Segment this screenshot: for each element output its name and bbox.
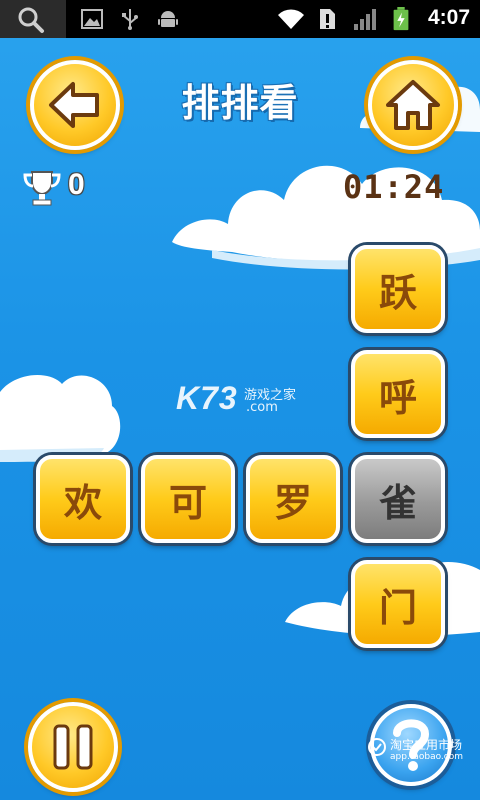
tile-char: 欢 [63,480,102,525]
score-value: 0 [68,168,85,201]
search-icon [18,7,44,33]
taobao-logo-icon [368,738,386,756]
tile-6-selected[interactable]: 雀 [351,455,445,543]
tile-7[interactable]: 门 [351,560,445,648]
home-icon [386,80,440,130]
tile-char: 可 [168,480,207,525]
pause-button[interactable] [28,702,118,792]
clock-time: 4:07 [427,6,470,29]
k73-domain-text: .com [246,400,278,415]
android-icon [158,11,178,27]
battery-charging-icon [393,7,409,31]
wifi-icon [278,9,304,29]
alert-icon [320,9,335,29]
tile-3[interactable]: 欢 [36,455,130,543]
status-bar: 4:07 [0,0,480,38]
back-button[interactable] [30,60,120,150]
k73-watermark: K73 游戏之家 .com [176,380,296,417]
tile-1[interactable]: 跃 [351,245,445,333]
tile-char: 雀 [378,480,417,525]
page-title: 排排看 [181,81,299,125]
tile-char: 跃 [378,270,417,315]
trophy-icon [23,171,61,206]
k73-logo-text: K73 [176,380,238,416]
tile-char: 罗 [273,480,312,525]
usb-icon [122,9,138,30]
tile-4[interactable]: 可 [141,455,235,543]
home-button[interactable] [368,60,458,150]
search-button[interactable] [0,0,66,38]
tile-2[interactable]: 呼 [351,350,445,438]
taobao-cn-text: 淘宝应用市场 [390,738,463,752]
tile-char: 呼 [378,375,417,420]
tile-5[interactable]: 罗 [246,455,340,543]
taobao-en-text: app.taobao.com [390,752,464,762]
signal-icon [354,9,376,30]
timer: 01:24 [343,168,445,206]
arrow-left-icon [49,82,99,128]
pause-icon [53,724,93,770]
tile-char: 门 [378,585,417,630]
image-icon [81,9,103,29]
